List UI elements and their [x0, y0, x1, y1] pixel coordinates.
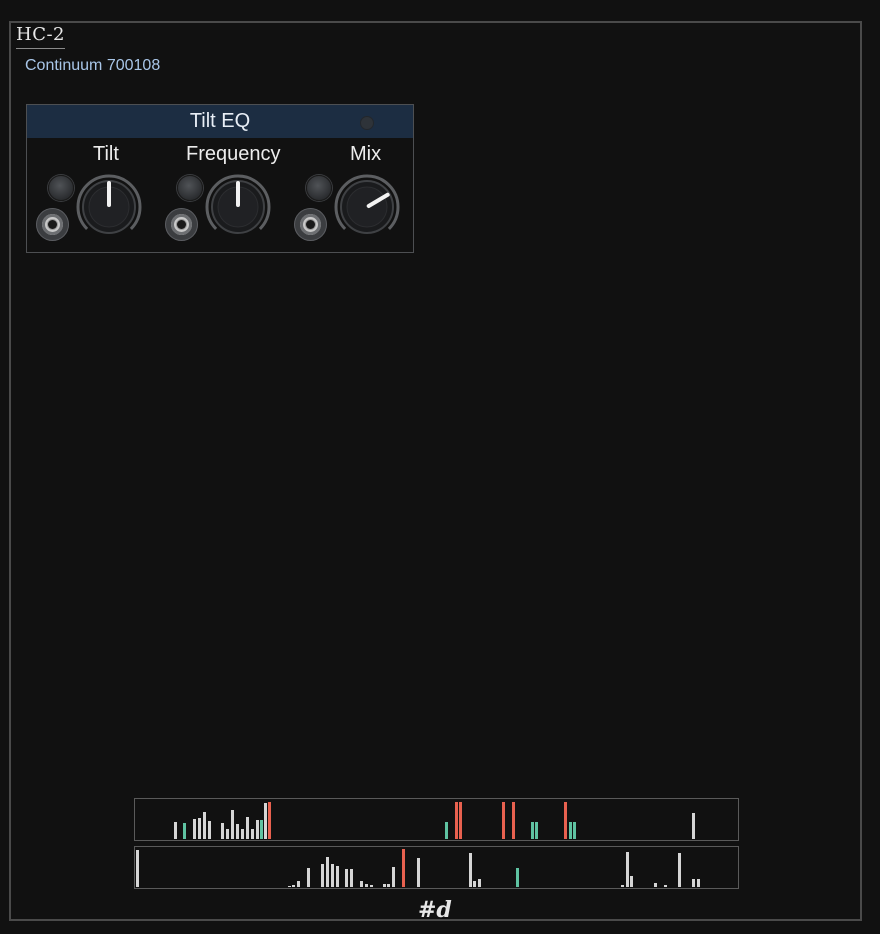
meter-bottom [134, 846, 739, 889]
activity-meters [134, 798, 739, 889]
param-label-frequency: Frequency [186, 143, 281, 165]
mix-mod-button[interactable] [306, 175, 332, 201]
meter-bar [531, 822, 534, 839]
meter-bar [469, 853, 472, 887]
module-title: Tilt EQ [189, 110, 251, 132]
meter-bar [692, 879, 695, 887]
meter-bar [208, 821, 211, 839]
device-subtitle: Continuum 700108 [25, 57, 161, 74]
meter-bar [236, 824, 239, 839]
meter-bar [264, 803, 267, 839]
meter-bar [692, 813, 695, 839]
meter-bar [697, 879, 700, 887]
meter-bar [136, 850, 139, 887]
meter-bar [473, 881, 476, 887]
meter-bar [564, 802, 567, 839]
meter-bar [260, 820, 263, 839]
meter-bar [246, 817, 249, 839]
meter-top-graph [174, 802, 695, 839]
mix-knob[interactable] [332, 174, 402, 244]
frequency-input-jack[interactable] [165, 208, 198, 241]
app-title: HC-2 [16, 24, 66, 49]
meter-bar [402, 849, 405, 887]
meter-bar [621, 885, 624, 887]
meter-bar [535, 822, 538, 839]
meter-bar [417, 858, 420, 887]
param-label-mix: Mix [350, 143, 382, 165]
meter-bar [336, 866, 339, 887]
frequency-knob[interactable] [203, 174, 273, 244]
tilt-knob[interactable] [74, 174, 144, 244]
meter-bar [478, 879, 481, 887]
meter-bar [516, 868, 519, 887]
meter-bar [459, 802, 462, 839]
meter-bar [360, 881, 363, 887]
meter-bar [198, 818, 201, 839]
meter-bar [241, 829, 244, 839]
meter-top [134, 798, 739, 841]
meter-bar [626, 852, 629, 887]
meter-bar [370, 885, 373, 887]
meter-bar [326, 857, 329, 887]
meter-bar [292, 885, 295, 887]
meter-bar [445, 822, 448, 839]
module-header: Tilt EQ [27, 105, 413, 138]
meter-bar [573, 822, 576, 839]
meter-bar [251, 829, 254, 839]
meter-bottom-graph [136, 849, 700, 887]
meter-bar [193, 819, 196, 839]
meter-bar [392, 867, 395, 887]
meter-bar [569, 822, 572, 839]
tilt-eq-module: Tilt EQ Tilt Frequency Mix [26, 104, 414, 253]
meter-bar [183, 823, 186, 839]
meter-bar [387, 884, 390, 887]
meter-bar [383, 884, 386, 887]
frequency-mod-button[interactable] [177, 175, 203, 201]
meter-bar [630, 876, 633, 887]
meter-bar [365, 884, 368, 887]
tilt-input-jack[interactable] [36, 208, 69, 241]
mix-input-jack[interactable] [294, 208, 327, 241]
tilt-mod-button[interactable] [48, 175, 74, 201]
param-mix: Mix [285, 141, 415, 251]
meter-bar [174, 822, 177, 839]
meter-bar [221, 823, 224, 839]
meter-bar [203, 812, 206, 839]
meter-bar [455, 802, 458, 839]
meter-bar [256, 820, 259, 839]
meter-bar [331, 864, 334, 887]
meter-bar [226, 829, 229, 839]
meter-bar [654, 883, 657, 887]
meter-bar [502, 802, 505, 839]
param-label-tilt: Tilt [93, 143, 119, 165]
meter-bar [678, 853, 681, 887]
footer-logo: #d [418, 897, 452, 923]
meter-bar [307, 868, 310, 887]
meter-bar [268, 802, 271, 839]
meter-bar [288, 886, 291, 887]
meter-bar [321, 864, 324, 887]
meter-bar [512, 802, 515, 839]
meter-bar [345, 869, 348, 887]
meter-bar [297, 881, 300, 887]
param-frequency: Frequency [156, 141, 286, 251]
meter-bar [231, 810, 234, 839]
param-tilt: Tilt [27, 141, 157, 251]
meter-bar [664, 885, 667, 887]
module-led-indicator[interactable] [360, 116, 374, 130]
meter-bar [350, 869, 353, 887]
